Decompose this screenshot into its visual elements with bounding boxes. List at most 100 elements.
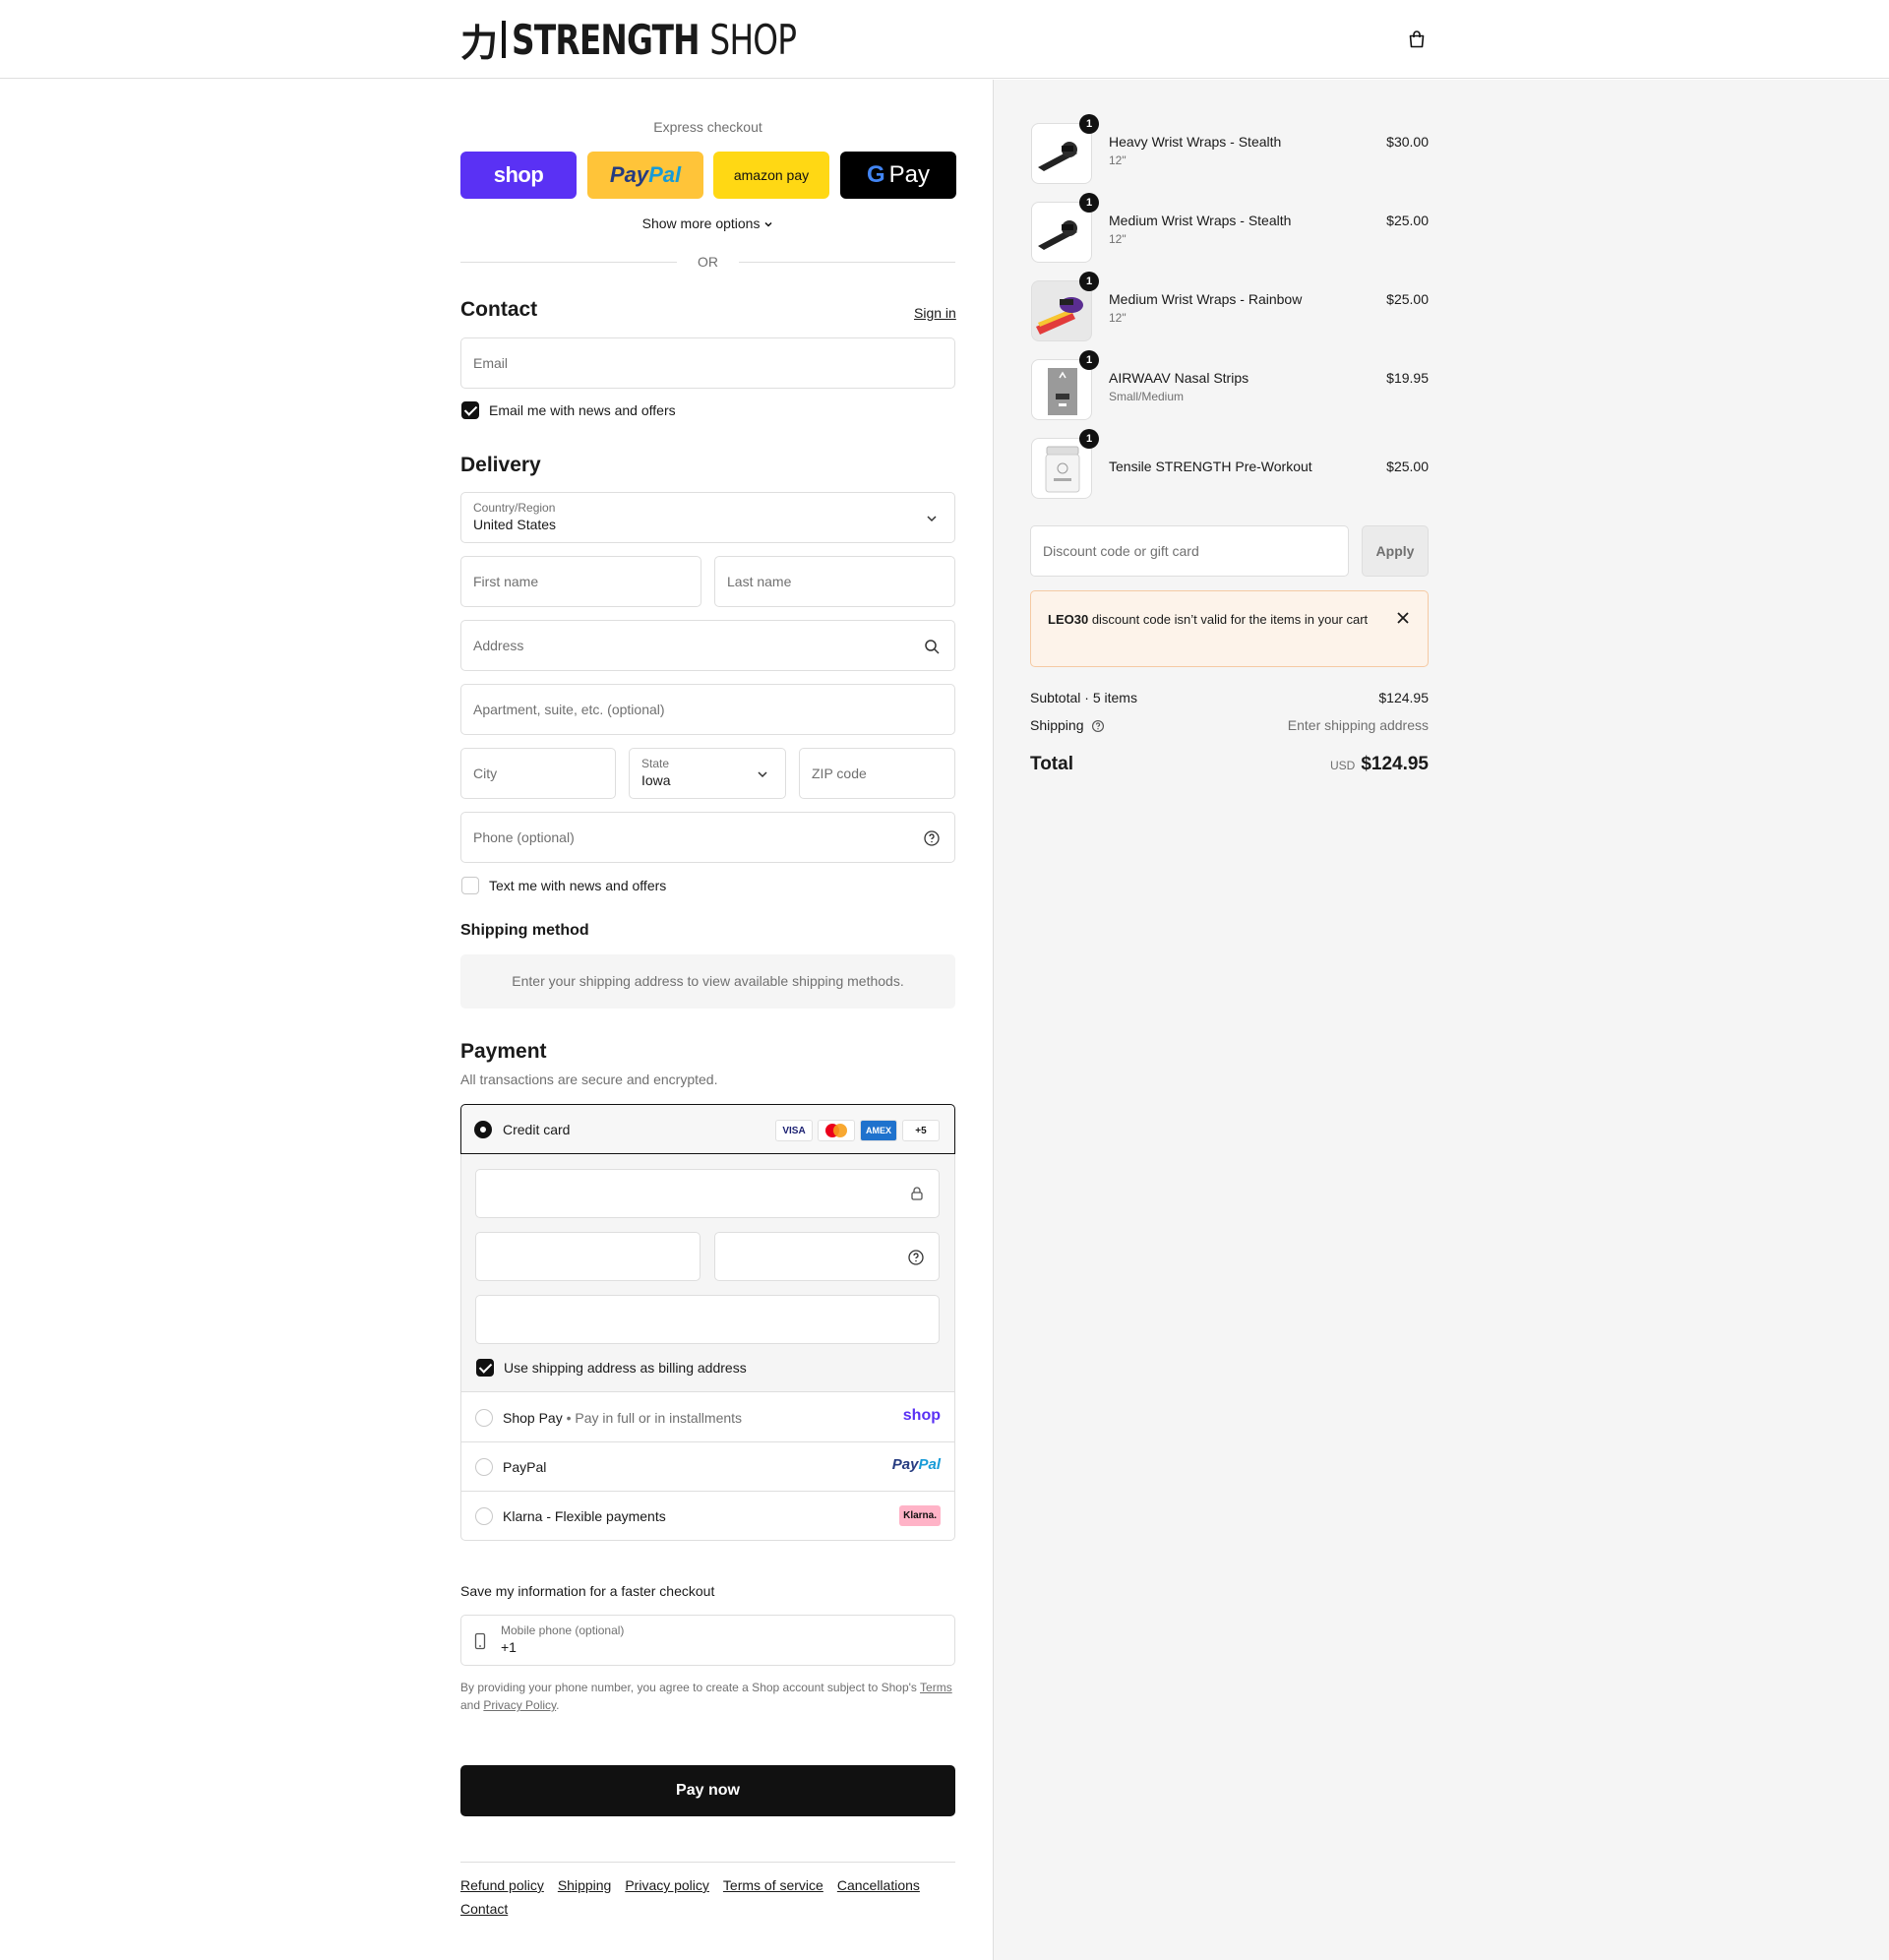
product-variant: 12" xyxy=(1109,232,1127,246)
billing-address-checkbox[interactable] xyxy=(476,1359,494,1377)
shop-terms-link[interactable]: Terms xyxy=(920,1681,952,1694)
close-icon[interactable] xyxy=(1396,611,1410,625)
paypal-express-button[interactable]: Pay Pal xyxy=(587,152,703,199)
phone-placeholder: Phone (optional) xyxy=(473,829,575,845)
state-select[interactable]: State Iowa xyxy=(629,748,786,799)
shipping-method-heading: Shipping method xyxy=(460,922,589,939)
credit-card-radio[interactable] xyxy=(474,1121,492,1138)
klarna-radio[interactable] xyxy=(475,1507,493,1525)
privacy-policy-link[interactable]: Privacy policy xyxy=(625,1877,709,1893)
shop-pay-express-button[interactable]: shop xyxy=(460,152,577,199)
discount-code-input[interactable]: Discount code or gift card xyxy=(1030,525,1349,577)
apply-discount-button[interactable]: Apply xyxy=(1362,525,1429,577)
mobile-phone-icon xyxy=(474,1632,486,1650)
last-name-field[interactable]: Last name xyxy=(714,556,955,607)
save-info-legal: By providing your phone number, you agre… xyxy=(460,1679,955,1714)
legal-prefix: By providing your phone number, you agre… xyxy=(460,1681,917,1694)
store-logo[interactable]: 力 STRENGTH SHOP xyxy=(460,15,877,65)
total-row: Total USD $124.95 xyxy=(1030,754,1429,779)
card-number-field[interactable] xyxy=(475,1169,940,1218)
address-field[interactable]: Address xyxy=(460,620,955,671)
contact-heading: Contact xyxy=(460,298,538,321)
text-news-checkbox[interactable] xyxy=(461,877,479,894)
help-circle-icon[interactable] xyxy=(923,829,941,847)
shipping-policy-link[interactable]: Shipping xyxy=(558,1877,612,1893)
quantity-badge: 1 xyxy=(1079,114,1099,134)
card-cvv-field[interactable] xyxy=(714,1232,940,1281)
shipping-method-message: Enter your shipping address to view avai… xyxy=(460,954,955,1009)
shop-pay-radio[interactable] xyxy=(475,1409,493,1427)
country-label: Country/Region xyxy=(473,501,556,515)
paypal-radio[interactable] xyxy=(475,1458,493,1476)
chevron-down-icon xyxy=(927,516,937,522)
product-variant: 12" xyxy=(1109,153,1127,167)
country-select[interactable]: Country/Region United States xyxy=(460,492,955,543)
first-name-placeholder: First name xyxy=(473,574,539,589)
footer-links: Refund policy Shipping Privacy policy Te… xyxy=(460,1877,955,1917)
paypal-pal-text: Pal xyxy=(648,162,682,187)
product-price: $30.00 xyxy=(1386,134,1429,150)
product-price: $25.00 xyxy=(1386,291,1429,307)
terms-of-service-link[interactable]: Terms of service xyxy=(723,1877,823,1893)
billing-address-label: Use shipping address as billing address xyxy=(504,1360,747,1376)
mastercard-icon xyxy=(818,1120,855,1141)
contact-link[interactable]: Contact xyxy=(460,1901,508,1917)
total-label: Total xyxy=(1030,754,1073,774)
credit-card-label: Credit card xyxy=(503,1122,571,1137)
currency-code: USD xyxy=(1329,759,1356,772)
pay-now-button[interactable]: Pay now xyxy=(460,1765,955,1816)
klarna-logo: Klarna. xyxy=(899,1505,941,1526)
product-price: $25.00 xyxy=(1386,459,1429,474)
legal-period: . xyxy=(556,1698,560,1712)
shop-privacy-link[interactable]: Privacy Policy xyxy=(483,1698,556,1712)
chevron-down-icon xyxy=(758,771,767,778)
refund-policy-link[interactable]: Refund policy xyxy=(460,1877,544,1893)
state-value: Iowa xyxy=(641,772,671,788)
logo-kanji: 力 xyxy=(460,21,498,65)
more-cards-badge: +5 xyxy=(902,1120,940,1141)
card-expiry-field[interactable] xyxy=(475,1232,701,1281)
discount-error-message: LEO30 discount code isn’t valid for the … xyxy=(1048,609,1372,630)
country-value: United States xyxy=(473,517,557,532)
paypal-option-label: PayPal xyxy=(503,1459,547,1475)
email-news-checkbox[interactable] xyxy=(461,401,479,419)
apartment-placeholder: Apartment, suite, etc. (optional) xyxy=(473,702,665,717)
shop-pay-option-label: Shop Pay • Pay in full or in installment… xyxy=(503,1410,742,1426)
name-on-card-field[interactable] xyxy=(475,1295,940,1344)
email-news-label: Email me with news and offers xyxy=(489,402,676,418)
google-pay-express-button[interactable]: G Pay xyxy=(840,152,956,199)
subtotal-value: $124.95 xyxy=(1378,690,1429,705)
shop-pay-subtext: Pay in full or in installments xyxy=(575,1410,743,1426)
shopping-bag-icon[interactable] xyxy=(1407,30,1427,49)
google-g-icon: G xyxy=(866,161,885,188)
nasal-strips-box-image xyxy=(1048,368,1077,415)
cancellations-link[interactable]: Cancellations xyxy=(837,1877,920,1893)
first-name-field[interactable]: First name xyxy=(460,556,701,607)
help-circle-icon[interactable] xyxy=(1091,719,1105,733)
product-variant: Small/Medium xyxy=(1109,390,1185,403)
paypal-option[interactable]: PayPal PayPal xyxy=(461,1442,954,1492)
cart-line-item: 1 Heavy Wrist Wraps - Stealth 12" $30.00 xyxy=(1030,114,1429,185)
cart-line-item: 1 AIRWAAV Nasal Strips Small/Medium $19.… xyxy=(1030,350,1429,421)
mobile-phone-field[interactable]: Mobile phone (optional) +1 xyxy=(460,1615,955,1666)
logo-brand-bold: STRENGTH xyxy=(512,15,701,64)
city-field[interactable]: City xyxy=(460,748,616,799)
sign-in-link[interactable]: Sign in xyxy=(914,305,956,321)
quantity-badge: 1 xyxy=(1079,272,1099,291)
express-checkout-label: Express checkout xyxy=(653,119,762,135)
shop-pay-label: shop xyxy=(493,162,544,187)
help-circle-icon[interactable] xyxy=(907,1249,925,1266)
phone-field[interactable]: Phone (optional) xyxy=(460,812,955,863)
zip-field[interactable]: ZIP code xyxy=(799,748,955,799)
apartment-field[interactable]: Apartment, suite, etc. (optional) xyxy=(460,684,955,735)
wrist-wrap-image xyxy=(1038,142,1077,171)
quantity-badge: 1 xyxy=(1079,193,1099,213)
mobile-phone-label: Mobile phone (optional) xyxy=(501,1623,625,1637)
paypal-pay-text: Pay xyxy=(609,162,649,187)
amazon-pay-express-button[interactable]: amazon pay xyxy=(713,152,829,199)
klarna-option[interactable]: Klarna - Flexible payments Klarna. xyxy=(461,1492,954,1541)
shop-pay-option[interactable]: Shop Pay • Pay in full or in installment… xyxy=(461,1393,954,1442)
email-field[interactable]: Email xyxy=(460,337,955,389)
chevron-down-icon xyxy=(764,222,772,227)
show-more-options-button[interactable]: Show more options xyxy=(460,215,955,231)
